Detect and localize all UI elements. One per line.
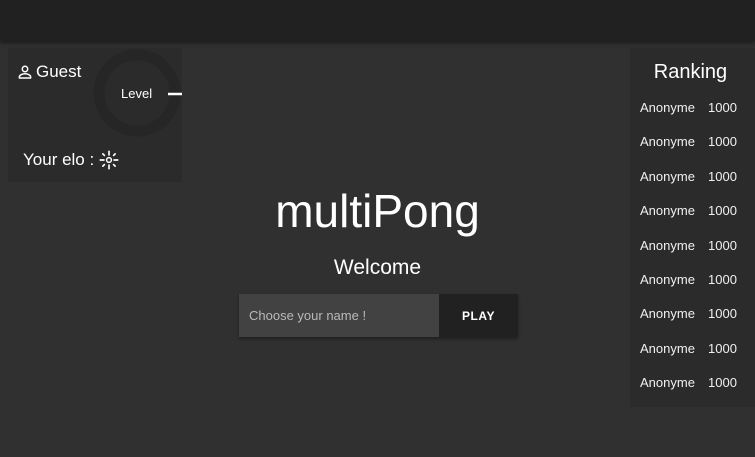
ranking-panel: Ranking Anonyme 1000 Anonyme 1000 Anonyme 1… — [630, 48, 755, 407]
ranking-title: Ranking — [653, 61, 728, 83]
name-input[interactable] — [239, 294, 439, 337]
ranking-row: Anonyme 1000 — [640, 341, 737, 375]
ranking-row: Anonyme 1000 — [640, 134, 737, 168]
player-elo: 1000 — [708, 271, 737, 287]
player-name: Anonyme — [640, 100, 695, 115]
ranking-row: Anonyme 1000 — [640, 272, 737, 306]
player-name: Anonyme — [640, 340, 695, 356]
player-name: Anonyme — [640, 168, 695, 184]
player-name: Anonyme — [640, 375, 695, 391]
player-elo: 1000 — [708, 237, 737, 253]
player-name: Anonyme — [640, 306, 695, 322]
player-name: Anonyme — [640, 203, 695, 219]
ranking-row: Anonyme 1000 — [640, 203, 737, 237]
level-label: Level — [121, 86, 153, 101]
ranking-list: Anonyme 1000 Anonyme 1000 Anonyme 1000 Anon… — [640, 100, 737, 410]
profile-card: Guest Level Your elo : — [8, 48, 182, 182]
player-elo: 1000 — [708, 168, 737, 184]
ranking-row: Anonyme 1000 — [640, 306, 737, 340]
elo-label: Your elo : — [23, 150, 95, 169]
ranking-row: Anonyme 1000 — [640, 238, 737, 272]
player-name: Anonyme — [640, 134, 695, 150]
player-elo: 1000 — [708, 375, 737, 391]
player-elo: 1000 — [708, 100, 737, 115]
player-elo: 1000 — [708, 340, 737, 356]
player-elo: 1000 — [708, 306, 737, 322]
elo-row: Your elo : — [23, 149, 120, 171]
ranking-row: Anonyme 1000 — [640, 100, 737, 134]
ranking-row: Anonyme 1000 — [640, 375, 737, 409]
username: Guest — [36, 62, 82, 81]
top-toolbar — [0, 0, 755, 41]
loading-sun-icon — [99, 150, 119, 170]
player-elo: 1000 — [708, 134, 737, 150]
user-info: Guest — [16, 62, 81, 82]
ranking-row: Anonyme 1000 — [640, 169, 737, 203]
player-elo: 1000 — [708, 203, 737, 219]
play-button[interactable]: PLAY — [439, 294, 518, 337]
person-outline-icon — [18, 65, 32, 79]
player-name: Anonyme — [640, 237, 695, 253]
join-form: PLAY — [239, 294, 518, 337]
player-name: Anonyme — [640, 271, 695, 287]
